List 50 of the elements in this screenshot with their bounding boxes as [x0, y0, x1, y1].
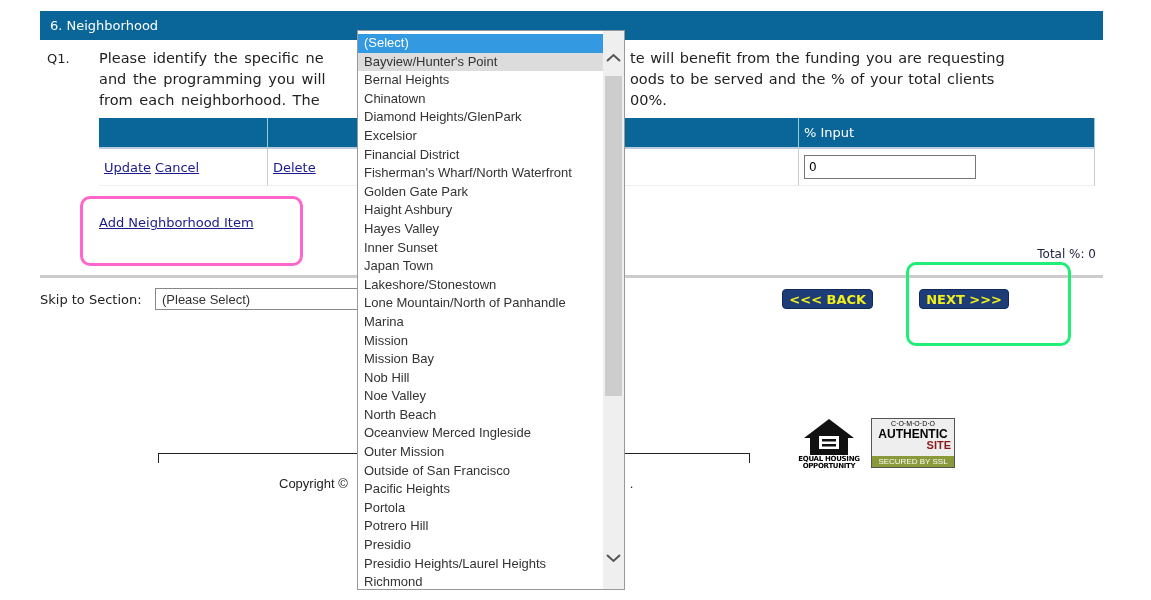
- dropdown-option[interactable]: Fisherman's Wharf/North Waterfront: [358, 164, 603, 183]
- dropdown-option[interactable]: Inner Sunset: [358, 238, 603, 258]
- delete-link[interactable]: Delete: [273, 159, 316, 175]
- dropdown-option[interactable]: Golden Gate Park: [358, 182, 603, 202]
- dropdown-option[interactable]: Mission Bay: [358, 350, 603, 369]
- skip-label: Skip to Section:: [40, 291, 143, 307]
- copyright-text: Copyright ©: [279, 476, 348, 491]
- dropdown-option[interactable]: Diamond Heights/GlenPark: [358, 108, 603, 127]
- dropdown-option[interactable]: Japan Town: [358, 257, 603, 276]
- scrollbar-thumb[interactable]: [605, 76, 622, 396]
- table-header: % Input: [799, 118, 1095, 149]
- question-text: Please identify the specific ne: [99, 49, 324, 68]
- dropdown-option[interactable]: Financial District: [358, 145, 603, 165]
- chevron-up-icon[interactable]: [606, 53, 621, 63]
- percent-input[interactable]: 0: [804, 155, 976, 179]
- dropdown-option[interactable]: Outside of San Francisco: [358, 461, 603, 481]
- total-percent: Total %: 0: [1037, 247, 1096, 261]
- back-button[interactable]: <<< BACK: [782, 289, 874, 309]
- question-text: oods to be served and the % of your total clients: [630, 70, 995, 89]
- dropdown-option[interactable]: Excelsior: [358, 126, 603, 146]
- dropdown-option[interactable]: Mission: [358, 331, 603, 351]
- chevron-down-icon[interactable]: [606, 553, 621, 563]
- row-action-link[interactable]: Update: [104, 159, 152, 175]
- next-button[interactable]: NEXT >>>: [919, 289, 1009, 309]
- add-neighborhood-link[interactable]: Add Neighborhood Item: [99, 215, 254, 230]
- house-icon: [803, 418, 855, 456]
- dropdown-option[interactable]: North Beach: [358, 405, 603, 425]
- dropdown-option[interactable]: Portola: [358, 498, 603, 518]
- dropdown-option[interactable]: Richmond: [358, 573, 603, 592]
- dropdown-option[interactable]: Hayes Valley: [358, 219, 603, 239]
- dropdown-option[interactable]: Outer Mission: [358, 443, 603, 462]
- dropdown-option[interactable]: Marina: [358, 312, 603, 332]
- dropdown-option[interactable]: Chinatown: [358, 89, 603, 109]
- dropdown-option[interactable]: Nob Hill: [358, 368, 603, 388]
- dropdown-option[interactable]: Noe Valley: [358, 387, 603, 406]
- scrollbar[interactable]: [603, 31, 624, 589]
- dropdown-option[interactable]: Presidio: [358, 536, 603, 555]
- question-text: te will benefit from the funding you are requesting: [630, 49, 1005, 68]
- copyright-text: .: [629, 476, 634, 491]
- row-action-link[interactable]: Cancel: [155, 159, 200, 175]
- question-text: and the programming you will: [99, 70, 326, 89]
- dropdown-option[interactable]: Bernal Heights: [358, 71, 603, 90]
- dropdown-option[interactable]: Presidio Heights/Laurel Heights: [358, 554, 603, 574]
- dropdown-option[interactable]: Haight Ashbury: [358, 201, 603, 220]
- dropdown-option[interactable]: Pacific Heights: [358, 480, 603, 499]
- question-text: from each neighborhood. The: [99, 91, 320, 110]
- question-text: 00%.: [630, 91, 667, 110]
- dropdown-option[interactable]: Oceanview Merced Ingleside: [358, 424, 603, 444]
- dropdown-option[interactable]: Potrero Hill: [358, 517, 603, 537]
- question-number: Q1.: [47, 50, 71, 68]
